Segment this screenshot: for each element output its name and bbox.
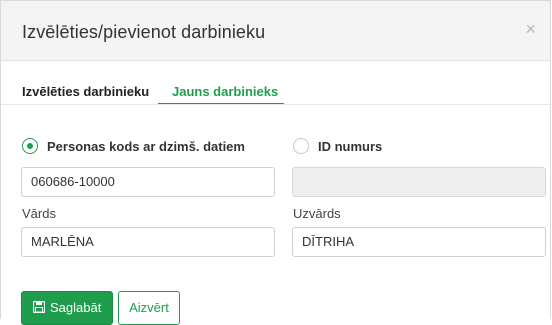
radio-unchecked-icon[interactable] bbox=[293, 138, 309, 154]
save-button-label: Saglabāt bbox=[50, 300, 102, 315]
last-name-label: Uzvārds bbox=[293, 206, 341, 221]
radio-checked-icon[interactable] bbox=[23, 139, 37, 153]
first-name-label: Vārds bbox=[22, 206, 56, 221]
close-button[interactable]: Aizvērt bbox=[118, 291, 180, 325]
tab-new-employee[interactable]: Jauns darbinieks bbox=[172, 84, 278, 99]
save-button[interactable]: Saglabāt bbox=[21, 291, 113, 325]
radio-personal-code-label: Personas kods ar dzimš. datiem bbox=[47, 139, 245, 154]
last-name-input[interactable]: DĪTRIHA bbox=[292, 227, 546, 257]
tab-bar: Izvēlēties darbinieku Jauns darbinieks bbox=[1, 74, 550, 105]
first-name-input[interactable]: MARLĒNA bbox=[21, 227, 275, 257]
dialog-header: Izvēlēties/pievienot darbinieku × bbox=[1, 1, 550, 61]
id-number-input[interactable] bbox=[292, 167, 546, 197]
radio-id-number-label: ID numurs bbox=[318, 139, 383, 154]
floppy-disk-icon bbox=[33, 301, 45, 313]
close-icon[interactable]: × bbox=[525, 20, 536, 38]
tab-select-employee[interactable]: Izvēlēties darbinieku bbox=[22, 84, 149, 99]
personal-code-input[interactable]: 060686-10000 bbox=[21, 167, 275, 197]
dialog-title: Izvēlēties/pievienot darbinieku bbox=[22, 22, 266, 42]
tab-divider bbox=[1, 104, 550, 105]
employee-dialog: Izvēlēties/pievienot darbinieku × Izvēlē… bbox=[0, 0, 551, 325]
